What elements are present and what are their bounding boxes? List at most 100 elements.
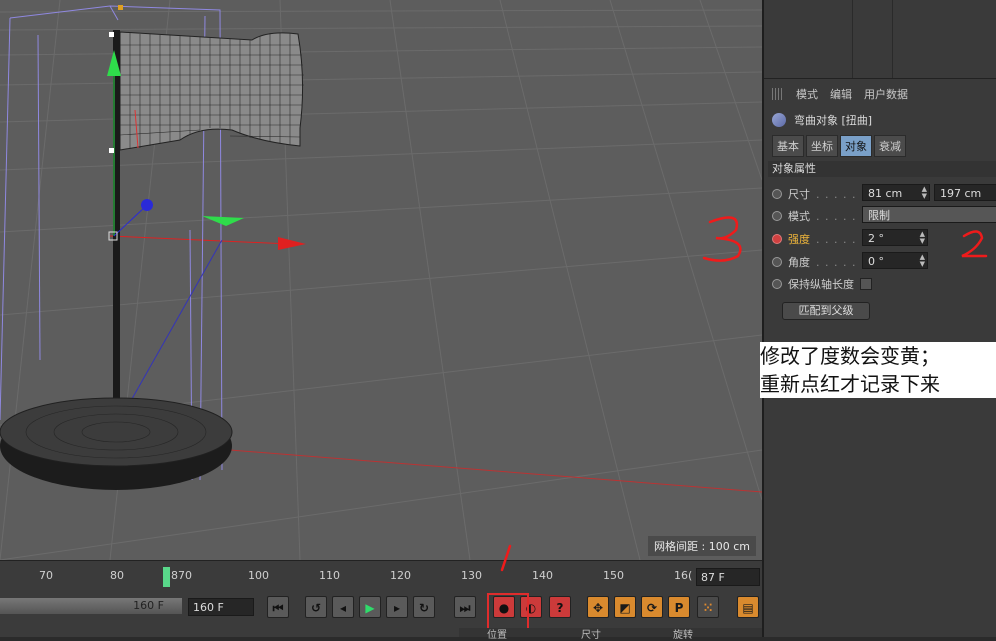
keyframe-toggle-mode[interactable] [772,211,782,221]
go-to-start-icon[interactable]: ⏮ [267,596,289,618]
current-frame-field[interactable]: 87 F [696,568,760,586]
playhead[interactable] [163,567,170,587]
tick-label: 120 [390,569,411,582]
spinner-icon[interactable]: ▲ ▼ [920,254,925,268]
tick-label: 16( [674,569,693,582]
size-y-value: 197 cm [940,187,982,200]
parameter-key-icon[interactable]: P [668,596,690,618]
tick-label: 0 [185,569,192,582]
x-axis-line [109,235,291,245]
prop-strength-label: 强度 [788,233,810,246]
prop-angle: 角度 . . . . . . . [772,254,874,270]
attribute-manager: 模式 编辑 用户数据 弯曲对象 [扭曲] 基本 坐标 对象 衰减 对象属性 尺寸… [762,0,996,637]
timeline-window-icon[interactable]: ▤ [737,596,759,618]
prop-angle-label: 角度 [788,256,810,269]
cage-point[interactable] [118,5,123,10]
tab-falloff[interactable]: 衰减 [874,135,906,157]
previous-key-icon[interactable]: ↺ [305,596,327,618]
annotation-note: 修改了度数会变黄； 重新点红才记录下来 [760,342,996,398]
keep-length-checkbox[interactable] [860,278,872,290]
angle-field[interactable]: 0 ° ▲ ▼ [862,252,928,269]
section-title: 对象属性 [768,161,996,177]
range-end-field-value: 160 F [193,601,224,614]
timeline-ruler[interactable]: 70 80 87 0 100 110 120 130 140 150 16( [0,560,762,593]
tick-label: 130 [461,569,482,582]
point-level-icon[interactable]: ⁙ [697,596,719,618]
play-icon[interactable]: ▶ [359,596,381,618]
menu-mode[interactable]: 模式 [796,86,818,102]
tab-basic[interactable]: 基本 [772,135,804,157]
size-x-value: 81 cm [868,187,903,200]
prop-size-label: 尺寸 [788,188,810,201]
x-axis-arrow[interactable] [278,237,306,250]
col-rotation: 旋转 [673,630,693,641]
go-to-end-icon[interactable]: ⏭ [454,596,476,618]
previous-frame-icon[interactable]: ◂ [332,596,354,618]
object-manager-area [764,0,996,79]
note-line-1: 修改了度数会变黄； [760,344,940,368]
tab-object[interactable]: 对象 [840,135,872,157]
menu-edit[interactable]: 编辑 [830,86,852,102]
3d-viewport[interactable]: 网格间距 : 100 cm [0,0,762,560]
menu-user-data[interactable]: 用户数据 [864,86,908,102]
preview-range-slider[interactable]: 160 F [0,598,182,614]
size-x-field[interactable]: 81 cm ▲ ▼ [862,184,930,201]
flag-cloth[interactable] [119,31,304,151]
strength-value: 2 ° [868,232,884,245]
keyframe-toggle-strength[interactable] [772,234,782,244]
spinner-icon[interactable]: ▲ ▼ [922,186,927,200]
angle-value: 0 ° [868,255,884,268]
size-y-field[interactable]: 197 cm [934,184,996,201]
mode-value: 限制 [868,209,890,222]
next-key-icon[interactable]: ↻ [413,596,435,618]
prop-mode-label: 模式 [788,210,810,223]
column-divider [852,0,853,78]
plane-handle-icon[interactable] [202,216,244,226]
bend-deformer-icon [772,113,786,127]
handwritten-2 [961,230,988,258]
scale-key-icon[interactable]: ◩ [614,596,636,618]
note-line-2: 重新点红才记录下来 [760,372,940,396]
range-end-field[interactable]: 160 F [188,598,254,616]
coordinate-manager-header: 位置 尺寸 旋转 [459,628,762,641]
strength-field[interactable]: 2 ° ▲ ▼ [862,229,928,246]
prop-mode: 模式 . . . . . . . [772,208,874,224]
flag-base[interactable] [0,397,233,490]
keyframe-toggle-size[interactable] [772,189,782,199]
tick-label: 80 [110,569,124,582]
spinner-icon[interactable]: ▲ ▼ [920,231,925,245]
grip-icon[interactable] [772,88,784,100]
keyframe-selection-icon[interactable]: ? [549,596,571,618]
handwritten-1 [500,544,512,572]
grid-spacing-readout: 网格间距 : 100 cm [648,536,756,556]
col-size: 尺寸 [581,630,601,641]
cage-point[interactable] [109,32,114,37]
cage-point[interactable] [109,148,114,153]
tick-label: 70 [39,569,53,582]
keyframe-toggle-keep-length[interactable] [772,279,782,289]
object-title: 弯曲对象 [扭曲] [772,112,872,128]
viewport-scene [0,0,762,560]
rotation-key-icon[interactable]: ⟳ [641,596,663,618]
prop-keep-length: 保持纵轴长度 [772,276,872,292]
tick-label: 140 [532,569,553,582]
match-to-parent-button[interactable]: 匹配到父级 [782,302,870,320]
object-title-label: 弯曲对象 [扭曲] [794,114,873,127]
tick-label: 110 [319,569,340,582]
tick-label: 150 [603,569,624,582]
keyframe-toggle-angle[interactable] [772,257,782,267]
col-position: 位置 [487,630,507,641]
position-key-icon[interactable]: ✥ [587,596,609,618]
z-axis-handle[interactable] [141,199,153,211]
tab-coordinates[interactable]: 坐标 [806,135,838,157]
tick-label: 100 [248,569,269,582]
ground-x-line [229,449,762,493]
handwritten-highlight-box [487,593,529,630]
range-end-label: 160 F [133,599,164,612]
tick-label: 87 [171,569,185,582]
prop-keep-length-label: 保持纵轴长度 [788,278,854,291]
attribute-tabs: 基本 坐标 对象 衰减 [772,135,906,157]
next-frame-icon[interactable]: ▸ [386,596,408,618]
mode-dropdown[interactable]: 限制 [862,206,996,223]
prop-strength: 强度 . . . . . . . [772,231,874,247]
